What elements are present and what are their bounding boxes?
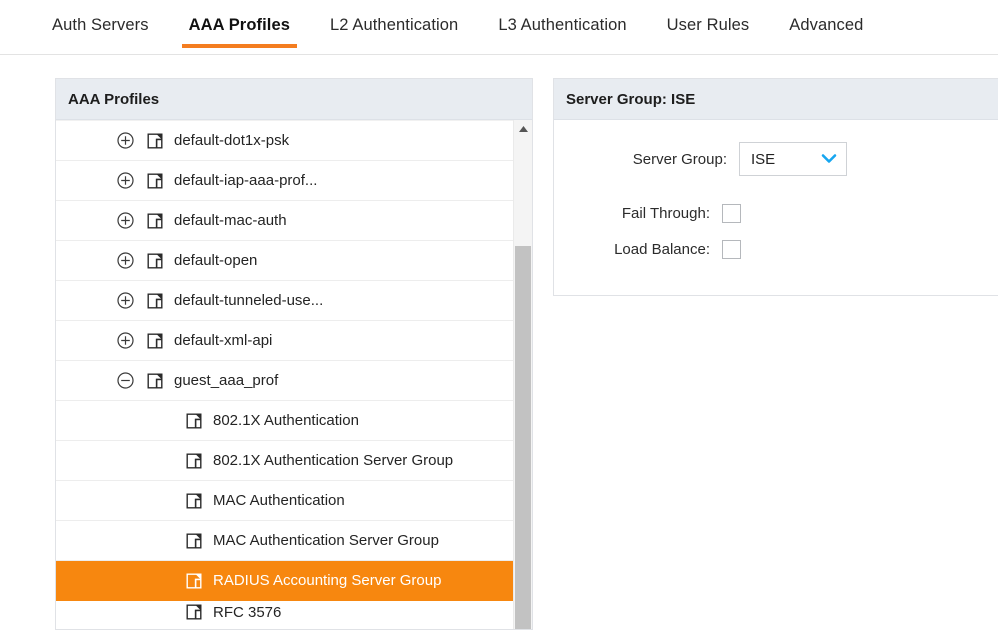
form-spacer bbox=[554, 227, 998, 240]
tree-row[interactable]: MAC Authentication bbox=[56, 481, 514, 521]
profile-document-icon bbox=[146, 132, 163, 149]
tree-item-label: default-tunneled-use... bbox=[174, 292, 324, 309]
tab-l2-authentication[interactable]: L2 Authentication bbox=[310, 0, 478, 54]
profile-document-icon bbox=[185, 532, 202, 549]
profile-document-icon bbox=[146, 292, 163, 309]
tab-l3-authentication[interactable]: L3 Authentication bbox=[478, 0, 646, 54]
panel-title: Server Group: ISE bbox=[566, 90, 696, 108]
scrollbar-thumb[interactable] bbox=[515, 246, 531, 629]
tab-aaa-profiles[interactable]: AAA Profiles bbox=[169, 0, 310, 54]
tab-label: Advanced bbox=[789, 16, 864, 34]
panel-title: AAA Profiles bbox=[68, 90, 160, 108]
expand-plus-icon[interactable] bbox=[114, 250, 136, 272]
tree-row[interactable]: 802.1X Authentication bbox=[56, 401, 514, 441]
server-group-select[interactable]: ISE bbox=[739, 142, 847, 176]
profile-document-icon bbox=[146, 372, 163, 389]
scroll-up-button[interactable] bbox=[514, 120, 532, 137]
tab-label: L3 Authentication bbox=[498, 16, 627, 34]
fail-through-label: Fail Through: bbox=[621, 205, 710, 222]
tree-row[interactable]: default-tunneled-use... bbox=[56, 281, 514, 321]
profile-document-icon bbox=[185, 604, 202, 621]
profile-document-icon bbox=[146, 172, 163, 189]
expand-plus-icon[interactable] bbox=[114, 170, 136, 192]
tree-row[interactable]: default-open bbox=[56, 241, 514, 281]
tree-item-label: RADIUS Accounting Server Group bbox=[213, 572, 442, 589]
tree-item-label: default-iap-aaa-prof... bbox=[174, 172, 318, 189]
aaa-profiles-panel: AAA Profiles default-dot1x-psk default-i… bbox=[55, 78, 533, 630]
tree-row-selected[interactable]: RADIUS Accounting Server Group bbox=[56, 561, 514, 601]
server-group-field-row: Server Group: ISE bbox=[554, 142, 998, 176]
tab-label: User Rules bbox=[666, 16, 750, 34]
aaa-profiles-panel-header: AAA Profiles bbox=[56, 79, 532, 120]
collapse-minus-icon[interactable] bbox=[114, 370, 136, 392]
profile-document-icon bbox=[185, 492, 202, 509]
profile-document-icon bbox=[146, 332, 163, 349]
tree-item-label: default-mac-auth bbox=[174, 212, 287, 229]
server-group-panel: Server Group: ISE Server Group: ISE Fail… bbox=[553, 78, 998, 296]
server-group-selected-value: ISE bbox=[751, 150, 776, 168]
tab-label: AAA Profiles bbox=[188, 16, 291, 34]
tree-row[interactable]: 802.1X Authentication Server Group bbox=[56, 441, 514, 481]
tab-bar: Auth Servers AAA Profiles L2 Authenticat… bbox=[0, 0, 998, 55]
tree-item-label: 802.1X Authentication bbox=[213, 412, 359, 429]
load-balance-label: Load Balance: bbox=[614, 241, 710, 258]
triangle-up-icon bbox=[518, 120, 529, 138]
fail-through-field-row: Fail Through: bbox=[554, 204, 998, 223]
profile-document-icon bbox=[185, 452, 202, 469]
expand-plus-icon[interactable] bbox=[114, 330, 136, 352]
load-balance-field-row: Load Balance: bbox=[554, 240, 998, 259]
tab-label: Auth Servers bbox=[52, 16, 149, 34]
profile-document-icon bbox=[185, 412, 202, 429]
server-group-label: Server Group: bbox=[632, 150, 727, 168]
tree-item-label: default-open bbox=[174, 252, 258, 269]
tree-row[interactable]: default-iap-aaa-prof... bbox=[56, 161, 514, 201]
profile-document-icon bbox=[146, 252, 163, 269]
expand-plus-icon[interactable] bbox=[114, 290, 136, 312]
tree-row[interactable]: RFC 3576 bbox=[56, 601, 514, 623]
server-group-form: Server Group: ISE Fail Through: Load Bal… bbox=[554, 120, 998, 259]
tree-item-label: MAC Authentication Server Group bbox=[213, 532, 439, 549]
form-spacer bbox=[554, 180, 998, 204]
tab-advanced[interactable]: Advanced bbox=[769, 0, 883, 54]
tree-item-label: MAC Authentication bbox=[213, 492, 345, 509]
tree-item-label: RFC 3576 bbox=[213, 603, 282, 621]
profile-document-icon bbox=[146, 212, 163, 229]
expand-plus-icon[interactable] bbox=[114, 210, 136, 232]
tree-row[interactable]: guest_aaa_prof bbox=[56, 361, 514, 401]
tab-user-rules[interactable]: User Rules bbox=[647, 0, 770, 54]
tree-item-label: 802.1X Authentication Server Group bbox=[213, 452, 454, 469]
tree-row[interactable]: default-xml-api bbox=[56, 321, 514, 361]
server-group-panel-header: Server Group: ISE bbox=[554, 79, 998, 120]
tree-item-label: default-xml-api bbox=[174, 332, 273, 349]
tree-row[interactable]: MAC Authentication Server Group bbox=[56, 521, 514, 561]
tree-row[interactable]: default-dot1x-psk bbox=[56, 121, 514, 161]
tree-item-label: guest_aaa_prof bbox=[174, 372, 279, 389]
fail-through-checkbox[interactable] bbox=[722, 204, 741, 223]
expand-plus-icon[interactable] bbox=[114, 130, 136, 152]
tree-item-label: default-dot1x-psk bbox=[174, 132, 290, 149]
tab-label: L2 Authentication bbox=[330, 16, 459, 34]
tab-auth-servers[interactable]: Auth Servers bbox=[32, 0, 169, 54]
load-balance-checkbox[interactable] bbox=[722, 240, 741, 259]
aaa-profiles-tree: default-dot1x-psk default-iap-aaa-prof..… bbox=[56, 120, 514, 629]
tree-row[interactable]: default-mac-auth bbox=[56, 201, 514, 241]
chevron-down-icon bbox=[821, 154, 837, 165]
tree-scroll-region: default-dot1x-psk default-iap-aaa-prof..… bbox=[56, 120, 532, 629]
profile-document-icon bbox=[185, 572, 202, 589]
tab-list: Auth Servers AAA Profiles L2 Authenticat… bbox=[0, 0, 998, 54]
tree-vertical-scrollbar[interactable] bbox=[513, 120, 532, 629]
